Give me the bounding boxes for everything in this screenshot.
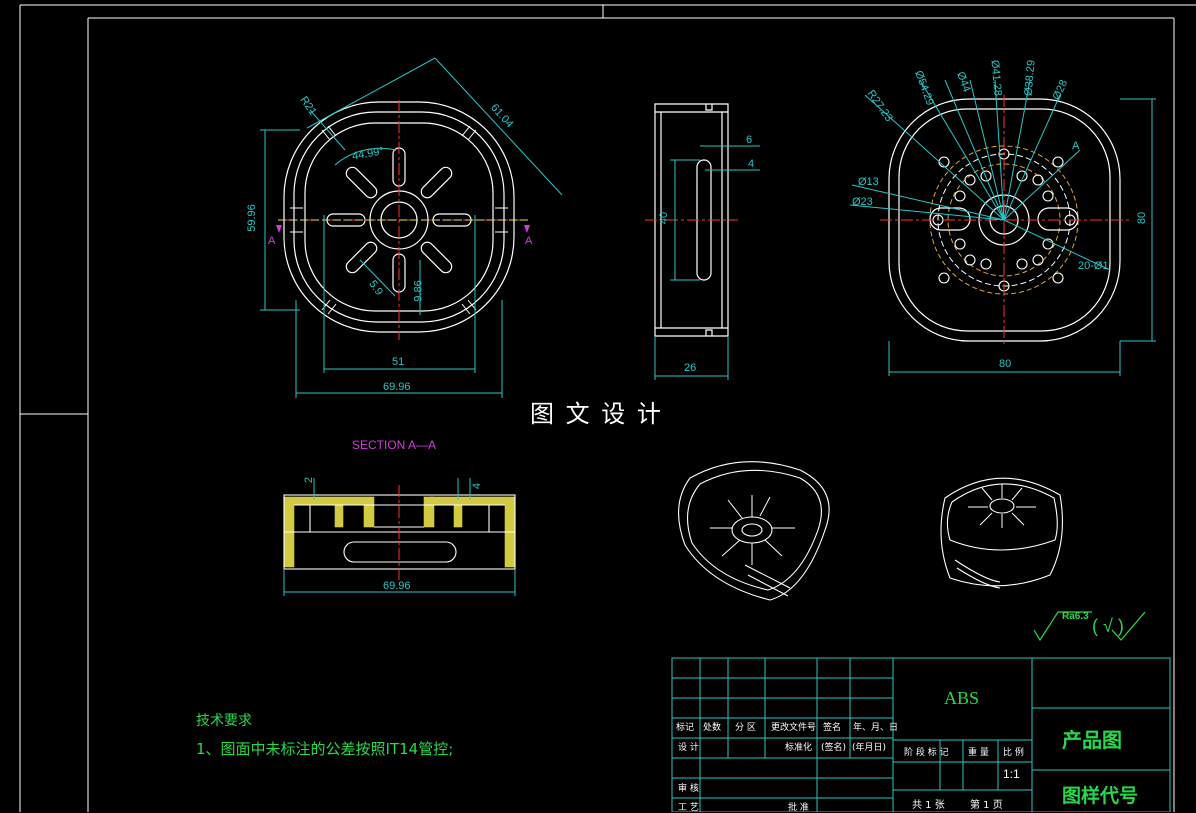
iso-view-top <box>678 461 830 601</box>
roughness-value: Ra6.3 <box>1062 611 1089 622</box>
dim-p23: Ø23 <box>852 196 873 208</box>
section-marker-left: A <box>268 235 276 247</box>
material-label: ABS <box>944 688 980 708</box>
tb-sign-placeholder: (签名) <box>821 743 847 753</box>
tb-craft: 工 艺 <box>678 803 699 813</box>
dim-sec-4: 4 <box>471 482 484 490</box>
side-view <box>645 103 760 380</box>
tb-date-placeholder: (年月日) <box>852 743 887 753</box>
dim-986: 9.86 <box>412 280 425 302</box>
dim-top-h80: 80 <box>1136 211 1149 225</box>
watermark-text: 图 文 设 计 <box>530 400 663 428</box>
tb-design: 设 计 <box>678 743 699 753</box>
dim-sec-2: 2 <box>303 476 316 484</box>
tb-weight: 重 量 <box>968 748 989 758</box>
tb-header-mark: 标记 <box>676 723 695 733</box>
dim-side-6: 6 <box>746 134 753 146</box>
iso-view-bottom <box>940 477 1064 589</box>
dim-top-w80: 80 <box>999 358 1012 370</box>
section-title: SECTION A—A <box>352 438 437 452</box>
tech-req-item-1: 1、图面中未标注的公差按照IT14管控; <box>196 740 454 758</box>
roughness-bracket: ( √ ) <box>1092 616 1124 636</box>
tb-approve: 批 准 <box>788 803 809 813</box>
tb-standard: 标准化 <box>785 743 813 753</box>
roughness-symbol <box>1033 611 1146 642</box>
dim-side-4: 4 <box>748 158 755 170</box>
section-view <box>283 478 516 596</box>
dim-holes: 20-Ø1 <box>1078 260 1109 272</box>
tb-header-count: 处数 <box>703 723 722 733</box>
drawing-name: 产品图 <box>1062 728 1122 752</box>
dim-w6996: 69.96 <box>383 381 411 393</box>
tb-review: 审 核 <box>678 784 699 794</box>
scale-value: 1:1 <box>1003 767 1020 781</box>
tb-sheet-page: 第 1 页 <box>970 800 1003 811</box>
top-view <box>849 79 1156 376</box>
tb-header-zone: 分 区 <box>735 723 756 733</box>
tb-stage-mark: 阶 段 标 记 <box>904 748 949 758</box>
dim-top-a: A <box>1072 140 1080 152</box>
tb-header-change: 更改文件号 <box>771 723 817 733</box>
dim-side-40: 40 <box>658 211 671 225</box>
tb-ratio: 比 例 <box>1003 748 1024 758</box>
tb-sheet-total: 共 1 张 <box>912 800 945 811</box>
dim-sec-w6996: 69.96 <box>383 580 411 592</box>
tech-req-title: 技术要求 <box>196 713 252 729</box>
dim-w51: 51 <box>392 356 405 368</box>
drawing-code-label: 图样代号 <box>1062 785 1139 807</box>
section-marker-right: A <box>525 235 533 247</box>
dim-p13: Ø13 <box>858 176 879 188</box>
dim-h5996: 59.96 <box>245 204 258 232</box>
dim-side-26: 26 <box>684 362 697 374</box>
tb-header-sign: 签名 <box>823 723 842 733</box>
tb-header-date: 年、月、日 <box>853 723 899 733</box>
